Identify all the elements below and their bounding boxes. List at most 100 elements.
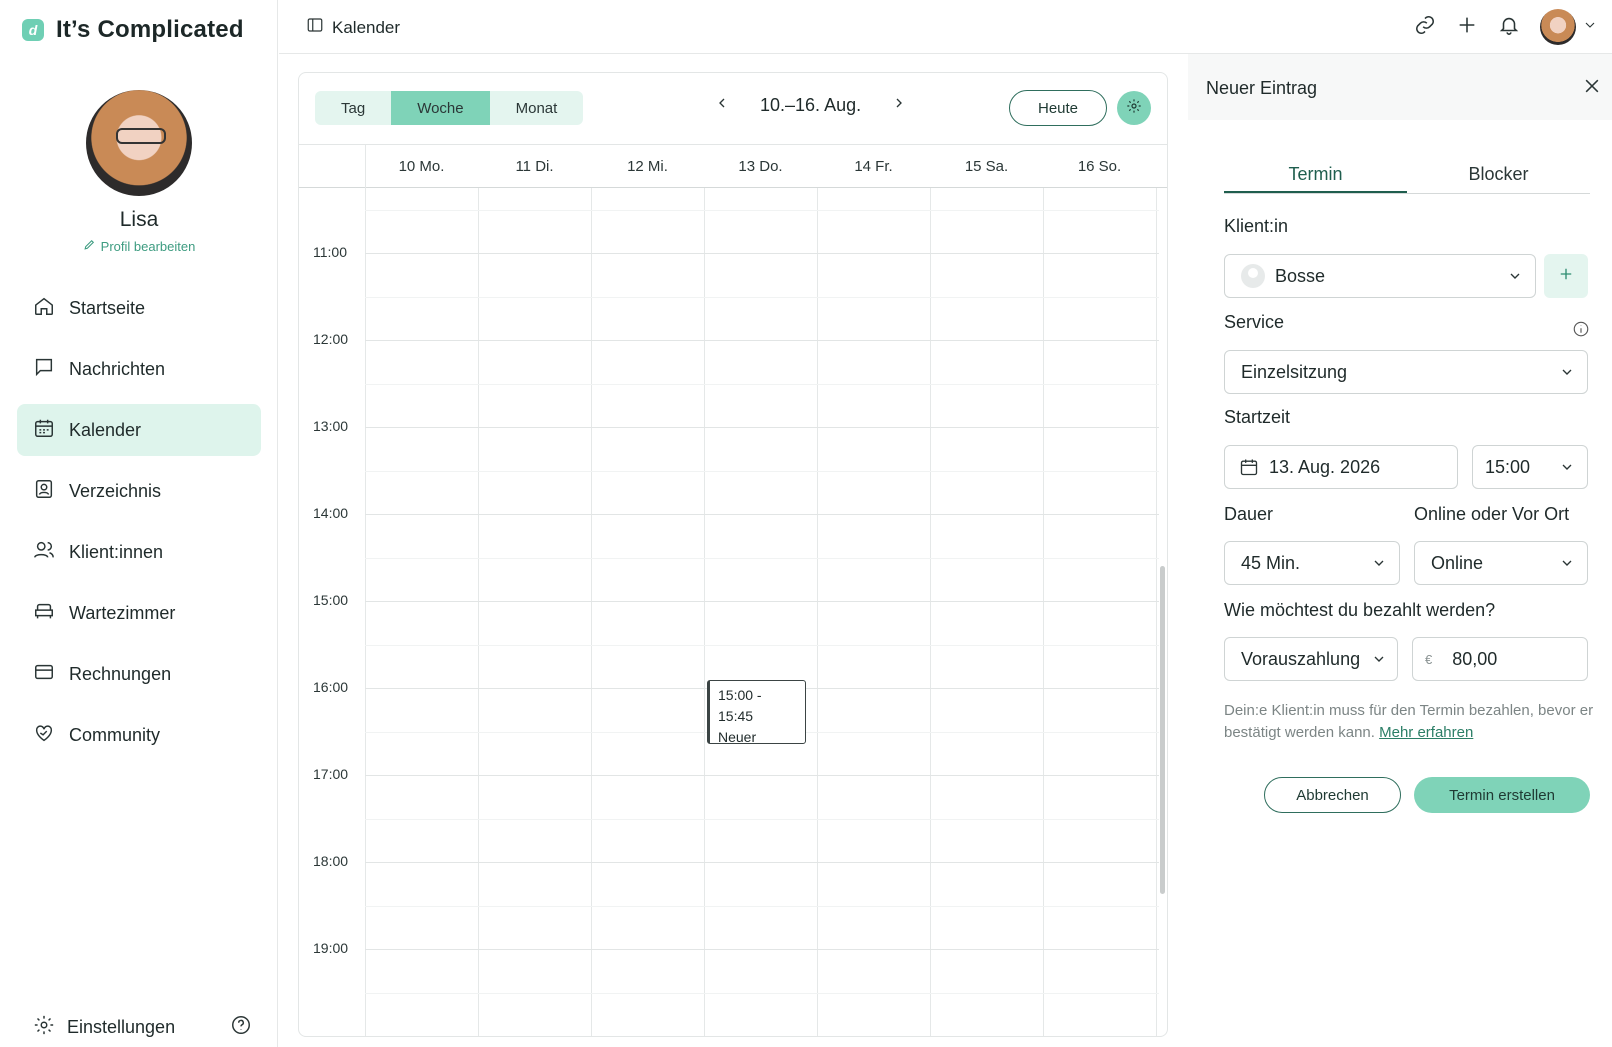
calendar-settings-button[interactable] — [1117, 91, 1151, 125]
gear-icon — [1126, 98, 1142, 119]
location-select[interactable]: Online — [1414, 541, 1588, 585]
gear-icon — [33, 1014, 55, 1041]
start-date-field[interactable]: 13. Aug. 2026 — [1224, 445, 1458, 489]
bell-icon[interactable] — [1498, 14, 1520, 41]
brand[interactable]: d It’s Complicated — [22, 16, 244, 44]
event-time: 15:00 - 15:45 — [718, 687, 762, 724]
view-week-button[interactable]: Woche — [391, 91, 490, 125]
client-avatar — [1241, 264, 1265, 288]
duration-value: 45 Min. — [1241, 552, 1301, 573]
time-label: 16:00 — [313, 679, 349, 695]
chevron-down-icon — [1559, 555, 1575, 576]
nav-label: Verzeichnis — [69, 480, 162, 501]
nav-item-rechnungen[interactable]: Rechnungen — [17, 648, 261, 700]
location-label: Online oder Vor Ort — [1414, 504, 1570, 524]
users-icon — [33, 539, 55, 566]
app-root: d It’s Complicated Lisa Profil bearbeite… — [0, 0, 1612, 1047]
nav-label: Community — [69, 724, 161, 745]
cancel-button[interactable]: Abbrechen — [1264, 777, 1401, 813]
chevron-down-icon — [1559, 459, 1575, 480]
service-label: Service — [1224, 312, 1285, 332]
day-header[interactable]: 16 So. — [1043, 158, 1156, 175]
scrollbar[interactable] — [1160, 566, 1165, 894]
duration-select[interactable]: 45 Min. — [1224, 541, 1400, 585]
new-entry-panel: Neuer Eintrag Termin Blocker Klient:in B… — [1188, 54, 1612, 1047]
message-icon — [33, 356, 55, 383]
chevron-down-icon — [1559, 364, 1575, 385]
day-header[interactable]: 13 Do. — [704, 158, 817, 175]
close-icon[interactable] — [1582, 76, 1602, 101]
edit-profile-link[interactable]: Profil bearbeiten — [83, 238, 195, 254]
help-icon[interactable] — [230, 1014, 252, 1041]
nav-label: Startseite — [69, 297, 146, 318]
credit-card-icon — [33, 661, 55, 688]
tab-blocker[interactable]: Blocker — [1407, 152, 1590, 193]
profile-avatar — [86, 90, 192, 196]
top-actions — [1414, 9, 1598, 45]
date-range-label: 10.–16. Aug. — [760, 95, 862, 115]
nav-item-kalender[interactable]: Kalender — [17, 404, 261, 456]
heart-hands-icon — [33, 722, 55, 749]
day-header-row: 10 Mo. 11 Di. 12 Mi. 13 Do. 14 Fr. 15 Sa… — [299, 144, 1167, 189]
panel-title: Neuer Eintrag — [1206, 78, 1318, 98]
time-label: 18:00 — [313, 853, 349, 869]
chevron-down-icon — [1582, 17, 1598, 38]
day-header[interactable]: 10 Mo. — [365, 158, 478, 175]
chevron-left-icon[interactable] — [714, 95, 730, 116]
week-grid[interactable]: 11:00 12:00 13:00 14:00 15:00 16:00 17:0… — [299, 188, 1167, 1036]
client-select[interactable]: Bosse — [1224, 254, 1536, 298]
home-icon — [33, 295, 55, 322]
payment-hint: Dein:e Klient:in muss für den Termin bez… — [1224, 700, 1594, 744]
create-appointment-button[interactable]: Termin erstellen — [1414, 777, 1590, 813]
plus-icon — [1557, 265, 1575, 288]
payment-method-select[interactable]: Vorauszahlung — [1224, 637, 1398, 681]
link-icon[interactable] — [1414, 14, 1436, 41]
amount-field[interactable]: € 80,00 — [1412, 637, 1588, 681]
breadcrumb: Kalender — [306, 16, 400, 39]
chevron-down-icon — [1507, 268, 1523, 289]
nav-item-klientinnen[interactable]: Klient:innen — [17, 526, 261, 578]
tab-termin[interactable]: Termin — [1224, 152, 1407, 193]
view-month-button[interactable]: Monat — [490, 91, 584, 125]
nav-item-community[interactable]: Community — [17, 709, 261, 761]
start-time-select[interactable]: 15:00 — [1472, 445, 1588, 489]
day-header[interactable]: 15 Sa. — [930, 158, 1043, 175]
settings-label: Einstellungen — [67, 1017, 176, 1037]
time-label: 14:00 — [313, 505, 349, 521]
brand-logo: d — [22, 19, 44, 41]
time-label: 12:00 — [313, 331, 349, 347]
plus-icon[interactable] — [1456, 14, 1478, 41]
nav-item-nachrichten[interactable]: Nachrichten — [17, 343, 261, 395]
chevron-right-icon[interactable] — [891, 95, 907, 116]
sidebar-toggle-icon[interactable] — [306, 16, 324, 39]
day-header[interactable]: 14 Fr. — [817, 158, 930, 175]
nav-item-startseite[interactable]: Startseite — [17, 282, 261, 334]
nav-label: Rechnungen — [69, 663, 172, 684]
amount-value: 80,00 — [1452, 648, 1498, 669]
view-switch: Tag Woche Monat — [315, 91, 584, 125]
day-header[interactable]: 12 Mi. — [591, 158, 704, 175]
today-button[interactable]: Heute — [1009, 90, 1107, 126]
nav-item-wartezimmer[interactable]: Wartezimmer — [17, 587, 261, 639]
main-nav: Startseite Nachrichten Kalender Verzeich… — [17, 282, 261, 770]
chevron-down-icon — [1371, 651, 1387, 672]
panel-header: Neuer Eintrag — [1188, 54, 1612, 120]
currency-symbol: € — [1425, 651, 1433, 667]
day-header[interactable]: 11 Di. — [478, 158, 591, 175]
user-menu[interactable] — [1540, 9, 1598, 45]
calendar-event[interactable]: 15:00 - 15:45 Neuer — [707, 680, 806, 744]
nav-label: Kalender — [69, 419, 142, 440]
learn-more-link[interactable]: Mehr erfahren — [1379, 724, 1473, 741]
settings-link[interactable]: Einstellungen — [33, 1014, 175, 1041]
time-label: 17:00 — [313, 766, 349, 782]
nav-item-verzeichnis[interactable]: Verzeichnis — [17, 465, 261, 517]
duration-label: Dauer — [1224, 504, 1274, 524]
info-icon[interactable] — [1572, 320, 1590, 343]
nav-label: Nachrichten — [69, 358, 166, 379]
entry-tabs: Termin Blocker — [1224, 152, 1590, 194]
service-select[interactable]: Einzelsitzung — [1224, 350, 1588, 394]
add-client-button[interactable] — [1544, 254, 1588, 298]
start-date-value: 13. Aug. 2026 — [1269, 456, 1381, 477]
view-day-button[interactable]: Tag — [315, 91, 391, 125]
nav-label: Wartezimmer — [69, 602, 176, 623]
